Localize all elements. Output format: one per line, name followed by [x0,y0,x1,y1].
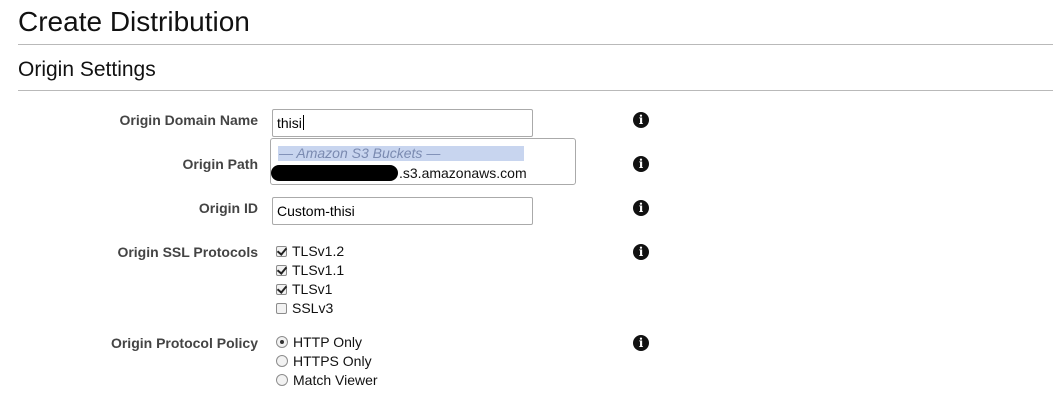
ssl-option-label: TLSv1 [292,281,333,297]
dropdown-group-header: — Amazon S3 Buckets — [278,146,524,161]
origin-path-label: Origin Path [182,156,258,172]
ssl-checkbox[interactable] [276,245,287,257]
origin-domain-dropdown[interactable]: — Amazon S3 Buckets — .s3.amazonaws.com [270,138,576,185]
create-distribution-page: Create Distribution Origin Settings Orig… [0,0,1053,402]
info-icon[interactable]: i [633,112,649,128]
policy-radio[interactable] [276,355,288,367]
ssl-option-sslv3[interactable]: SSLv3 [276,299,333,317]
section-divider [18,90,1053,91]
redacted-bucket-name [271,165,398,181]
origin-domain-name-input[interactable]: thisi [272,109,533,137]
ssl-checkbox[interactable] [276,283,287,295]
policy-option-https-only[interactable]: HTTPS Only [276,352,372,370]
policy-option-label: HTTPS Only [293,353,372,369]
ssl-option-tlsv1-2[interactable]: TLSv1.2 [276,242,344,260]
info-icon[interactable]: i [633,335,649,351]
info-icon[interactable]: i [633,200,649,216]
policy-option-match-viewer[interactable]: Match Viewer [276,371,378,389]
origin-protocol-policy-label: Origin Protocol Policy [110,335,258,351]
ssl-option-tlsv1[interactable]: TLSv1 [276,280,332,298]
origin-domain-name-label: Origin Domain Name [119,112,258,128]
page-title: Create Distribution [18,6,250,37]
section-title: Origin Settings [18,58,156,81]
policy-radio[interactable] [276,374,288,386]
dropdown-option-s3-bucket[interactable]: .s3.amazonaws.com [271,164,571,182]
ssl-checkbox[interactable] [276,302,287,314]
ssl-checkbox[interactable] [276,264,287,276]
ssl-option-label: TLSv1.1 [292,262,345,278]
text-caret [302,115,304,130]
ssl-option-label: SSLv3 [292,300,334,316]
info-icon[interactable]: i [633,156,649,172]
policy-radio[interactable] [276,336,288,348]
ssl-option-label: TLSv1.2 [292,243,345,259]
origin-ssl-protocols-label: Origin SSL Protocols [117,244,258,260]
origin-domain-name-value: thisi [277,115,302,131]
info-icon[interactable]: i [633,244,649,260]
policy-option-label: Match Viewer [293,372,378,388]
origin-id-input[interactable]: Custom-thisi [272,197,533,225]
ssl-option-tlsv1-1[interactable]: TLSv1.1 [276,261,344,279]
policy-option-label: HTTP Only [293,334,362,350]
dropdown-option-label: .s3.amazonaws.com [399,165,527,181]
origin-id-label: Origin ID [198,200,258,216]
title-divider [18,44,1053,45]
policy-option-http-only[interactable]: HTTP Only [276,333,362,351]
